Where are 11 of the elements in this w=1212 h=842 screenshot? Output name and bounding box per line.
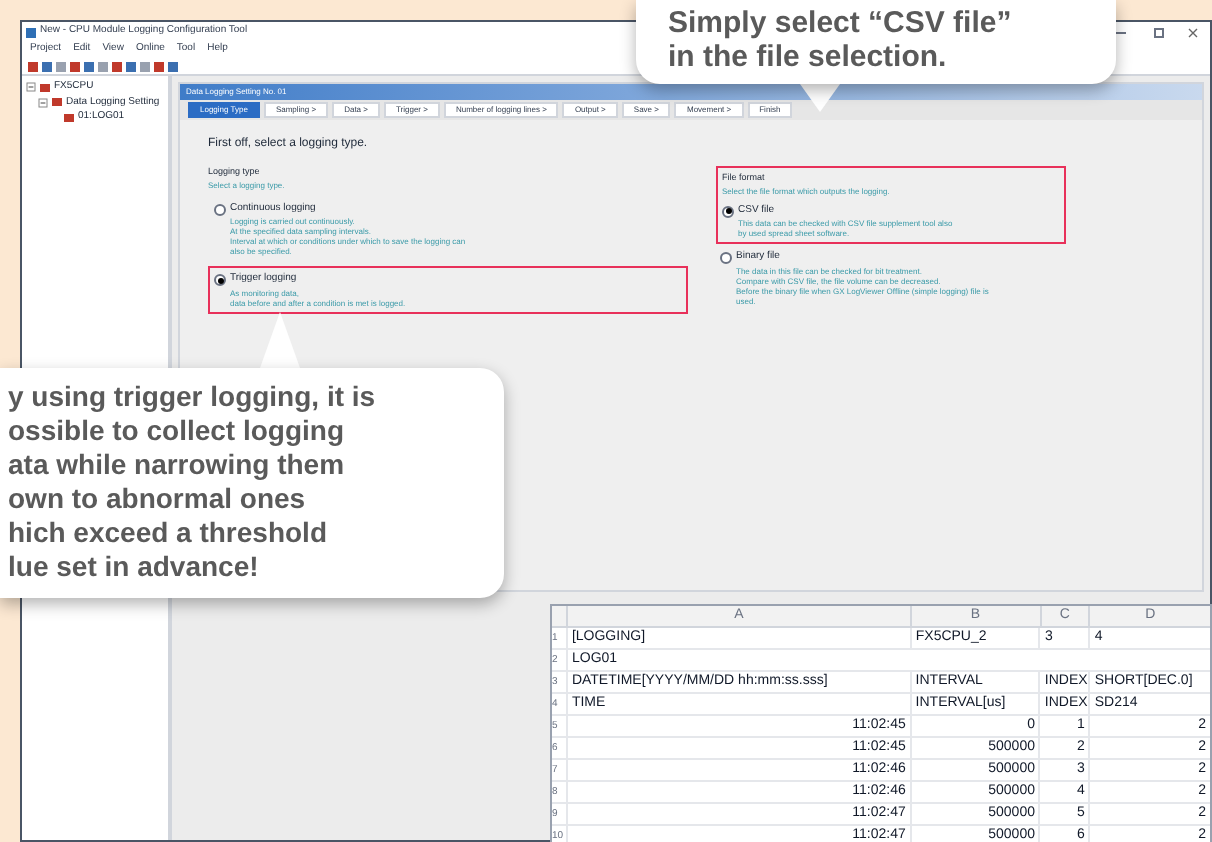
collapse-icon[interactable] xyxy=(26,82,36,93)
collapse-icon[interactable] xyxy=(38,97,48,108)
radio-button[interactable] xyxy=(214,203,226,215)
radio-button[interactable] xyxy=(214,274,226,286)
callout-text: y using trigger logging, it is ossible to collect logging ata while narrowing them own to abnormal ones hich exceed a threshold lue set in advance! xyxy=(8,380,378,584)
radio-button[interactable] xyxy=(722,205,734,217)
app-icon xyxy=(26,27,36,37)
callout-text: Simply select “CSV file” in the file selection. xyxy=(668,6,1014,74)
maximize-icon[interactable] xyxy=(1154,27,1164,37)
minimize-icon[interactable] xyxy=(1116,31,1126,33)
close-icon[interactable] xyxy=(1188,27,1198,37)
